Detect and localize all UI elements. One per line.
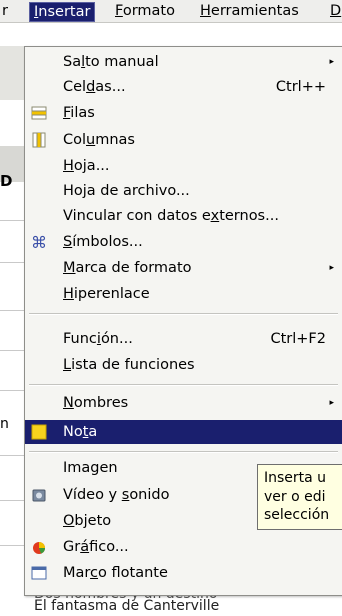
menu-item-hoja-de-archivo[interactable]: Hoja de archivo... bbox=[25, 180, 342, 202]
cell-text: El fantasma de Canterville bbox=[34, 598, 220, 614]
menubar: r Insertar Formato Herramientas D bbox=[0, 0, 342, 23]
menu-item-label: Objeto bbox=[63, 513, 112, 529]
menu-item-label: Hoja de archivo... bbox=[63, 183, 190, 199]
menu-item-label: Nombres bbox=[63, 395, 129, 411]
floating-frame-icon bbox=[31, 566, 47, 580]
menu-item-hiperenlace[interactable]: Hiperenlace bbox=[25, 283, 342, 305]
menu-insertar[interactable]: Insertar bbox=[29, 2, 96, 22]
menu-separator bbox=[29, 451, 338, 453]
tooltip-line: selección bbox=[264, 507, 330, 523]
cell-fragment: n bbox=[0, 416, 9, 432]
menu-separator bbox=[29, 313, 338, 315]
menu-formato-rest: ormato bbox=[122, 3, 175, 19]
menu-herramientas[interactable]: Herramientas bbox=[196, 2, 303, 20]
menu-item-label: Hiperenlace bbox=[63, 286, 150, 302]
menu-item-label: Hoja... bbox=[63, 158, 110, 174]
menu-item-label: Filas bbox=[63, 105, 95, 121]
menu-item-vincular-datos-externos[interactable]: Vincular con datos externos... bbox=[25, 205, 342, 227]
menu-item-label: Vincular con datos externos... bbox=[63, 208, 279, 224]
menu-item-label: Marco flotante bbox=[63, 565, 168, 581]
menu-item-label: Imagen bbox=[63, 460, 118, 476]
submenu-arrow-icon: ▸ bbox=[329, 263, 334, 273]
menu-item-salto-manual[interactable]: Salto manual ▸ bbox=[25, 51, 342, 73]
svg-text:⌘: ⌘ bbox=[31, 234, 47, 250]
menu-item-hoja[interactable]: Hoja... bbox=[25, 155, 342, 177]
menu-herramientas-rest: erramientas bbox=[210, 3, 299, 19]
menu-item-label: Marca de formato bbox=[63, 260, 192, 276]
tooltip: Inserta u ver o edi selección bbox=[257, 464, 342, 530]
menu-item-label: Función... bbox=[63, 331, 133, 347]
menu-item-marco-flotante[interactable]: Marco flotante bbox=[25, 562, 342, 584]
menu-datos-fragment[interactable]: D bbox=[326, 2, 342, 20]
submenu-arrow-icon: ▸ bbox=[329, 398, 334, 408]
menu-item-label: Nota bbox=[63, 424, 98, 440]
menu-view-fragment[interactable]: r bbox=[0, 2, 12, 20]
tooltip-line: ver o edi bbox=[264, 488, 326, 505]
movie-sound-icon bbox=[32, 489, 46, 502]
chart-icon bbox=[33, 542, 45, 554]
insert-columns-icon bbox=[32, 132, 46, 148]
insert-rows-icon bbox=[31, 106, 47, 120]
menu-item-celdas[interactable]: Celdas... Ctrl++ bbox=[25, 76, 342, 98]
column-letter: D bbox=[0, 172, 13, 190]
menu-item-lista-de-funciones[interactable]: Lista de funciones bbox=[25, 354, 342, 376]
menu-item-nombres[interactable]: Nombres ▸ bbox=[25, 392, 342, 414]
menu-item-marca-de-formato[interactable]: Marca de formato ▸ bbox=[25, 257, 342, 279]
menu-item-filas[interactable]: Filas bbox=[25, 102, 342, 124]
note-icon bbox=[31, 424, 47, 440]
menu-item-funcion[interactable]: Función... Ctrl+F2 bbox=[25, 328, 342, 350]
menu-insertar-rest: nsertar bbox=[38, 4, 91, 20]
menu-formato[interactable]: Formato bbox=[111, 2, 179, 20]
menu-item-simbolos[interactable]: ⌘ Símbolos... bbox=[25, 231, 342, 253]
menu-item-label: Gráfico... bbox=[63, 539, 129, 555]
special-character-icon: ⌘ bbox=[31, 234, 47, 250]
shortcut-label: Ctrl++ bbox=[275, 79, 326, 95]
menu-item-grafico[interactable]: Gráfico... bbox=[25, 536, 342, 558]
submenu-arrow-icon: ▸ bbox=[329, 57, 334, 67]
menu-item-columnas[interactable]: Columnas bbox=[25, 129, 342, 151]
menu-item-label: Salto manual bbox=[63, 54, 159, 70]
menu-item-label: Vídeo y sonido bbox=[63, 487, 170, 503]
tooltip-line: Inserta u bbox=[264, 470, 327, 486]
menu-item-label: Celdas... bbox=[63, 79, 126, 95]
menu-item-label: Lista de funciones bbox=[63, 357, 195, 373]
shortcut-label: Ctrl+F2 bbox=[270, 331, 326, 347]
menu-item-label: Símbolos... bbox=[63, 234, 143, 250]
menu-separator bbox=[29, 384, 338, 386]
menu-item-label: Columnas bbox=[63, 132, 135, 148]
menu-item-nota[interactable]: Nota bbox=[25, 420, 342, 444]
